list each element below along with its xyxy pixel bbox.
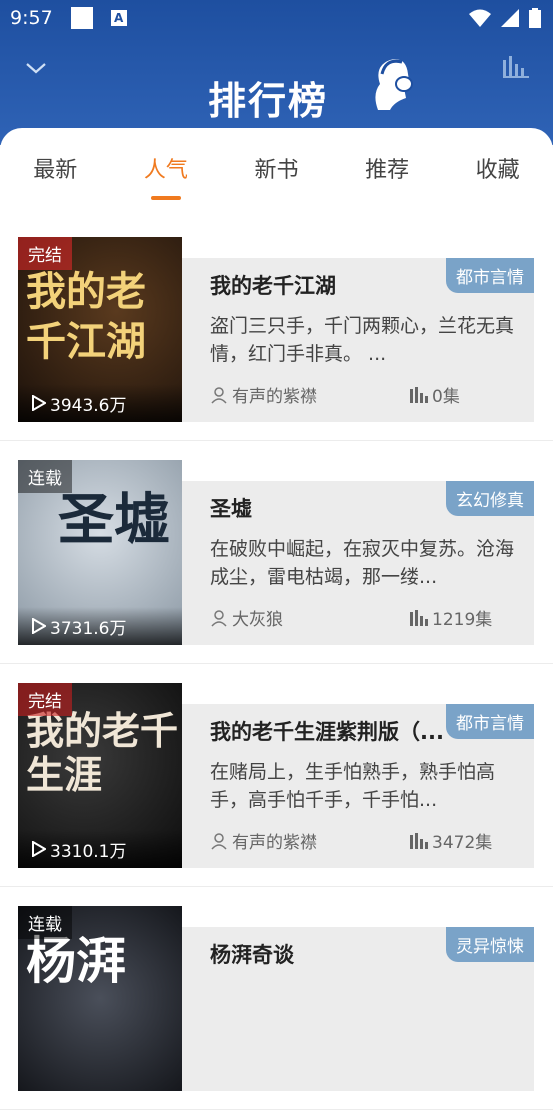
cover-title-art: 我的老千生涯 [26, 708, 179, 797]
signal-icon [501, 9, 519, 27]
author: 有声的紫襟 [210, 828, 410, 853]
episode-count: 0集 [410, 382, 460, 407]
episodes-icon [410, 609, 428, 626]
book-cover[interactable]: 我的老千江湖 完结 3943.6万 [18, 237, 182, 422]
book-meta: 有声的紫襟 0集 [210, 382, 510, 407]
cover-title-art: 杨湃 [26, 931, 126, 990]
book-card[interactable]: 杨湃 连载 灵异惊悚 杨湃奇谈 [0, 887, 553, 1110]
book-meta: 大灰狼 1219集 [210, 605, 510, 630]
active-tab-indicator [150, 196, 181, 200]
headphone-listener-icon [375, 59, 413, 110]
book-card[interactable]: 我的老千生涯 完结 3310.1万 都市言情 我的老千生涯紫荆版（... 在赌局… [0, 664, 553, 887]
book-list: 我的老千江湖 完结 3943.6万 都市言情 我的老千江湖 盗门三只手，千门两颗… [0, 218, 553, 1110]
status-time: 9:57 [10, 7, 53, 29]
battery-icon [529, 8, 541, 28]
status-badge: 完结 [18, 683, 72, 716]
episode-count: 1219集 [410, 605, 492, 630]
status-badge: 连载 [18, 906, 72, 939]
wifi-icon [469, 9, 491, 27]
book-meta: 有声的紫襟 3472集 [210, 828, 510, 853]
play-count: 3731.6万 [18, 607, 182, 645]
a-notification-icon: A [110, 10, 127, 26]
book-info-panel: 玄幻修真 圣墟 在破败中崛起，在寂灭中复苏。沧海成尘，雷电枯竭，那一缕... 大… [182, 481, 534, 645]
tab-new-books[interactable]: 新书 [236, 128, 316, 184]
equalizer-icon[interactable] [503, 56, 529, 78]
notification-icon [70, 7, 93, 29]
tab-recommend[interactable]: 推荐 [347, 128, 427, 184]
book-cover[interactable]: 圣墟 连载 3731.6万 [18, 460, 182, 645]
status-badge: 完结 [18, 237, 72, 270]
tab-latest[interactable]: 最新 [15, 128, 95, 184]
play-count: 3943.6万 [18, 384, 182, 422]
status-badge: 连载 [18, 460, 72, 493]
author: 有声的紫襟 [210, 382, 410, 407]
user-icon [211, 609, 227, 627]
play-count: 3310.1万 [18, 830, 182, 868]
tab-bar: 最新 人气 新书 推荐 收藏 [0, 128, 553, 218]
user-icon [211, 832, 227, 850]
episodes-icon [410, 386, 428, 403]
book-info-panel: 都市言情 我的老千生涯紫荆版（... 在赌局上，生手怕熟手，熟手怕高手，高手怕千… [182, 704, 534, 868]
play-icon [32, 618, 46, 634]
tab-favorites[interactable]: 收藏 [458, 128, 538, 184]
page-title: 排行榜 [208, 78, 329, 123]
chevron-down-icon[interactable] [24, 56, 48, 80]
status-bar: 9:57 A [0, 0, 553, 36]
author: 大灰狼 [210, 605, 410, 630]
episode-count: 3472集 [410, 828, 492, 853]
book-description: 在破败中崛起，在寂灭中复苏。沧海成尘，雷电枯竭，那一缕... [210, 538, 515, 588]
header: 9:57 A 排行榜 [0, 0, 553, 145]
book-title: 我的老千江湖 [210, 274, 336, 298]
play-icon [32, 841, 46, 857]
book-title: 杨湃奇谈 [210, 943, 294, 967]
user-icon [211, 386, 227, 404]
book-info-panel: 都市言情 我的老千江湖 盗门三只手，千门两颗心，兰花无真情，红门手非真。 ...… [182, 258, 534, 422]
book-info-panel: 灵异惊悚 杨湃奇谈 [182, 927, 534, 1091]
book-cover[interactable]: 杨湃 连载 [18, 906, 182, 1091]
book-card[interactable]: 我的老千江湖 完结 3943.6万 都市言情 我的老千江湖 盗门三只手，千门两颗… [0, 218, 553, 441]
book-card[interactable]: 圣墟 连载 3731.6万 玄幻修真 圣墟 在破败中崛起，在寂灭中复苏。沧海成尘… [0, 441, 553, 664]
cover-title-art: 圣墟 [58, 487, 170, 553]
book-title: 圣墟 [210, 497, 252, 521]
book-description: 盗门三只手，千门两颗心，兰花无真情，红门手非真。 ... [210, 315, 515, 365]
cover-title-art: 我的老千江湖 [26, 268, 146, 365]
tab-popular[interactable]: 人气 [126, 128, 206, 200]
play-icon [32, 395, 46, 411]
book-description: 在赌局上，生手怕熟手，熟手怕高手，高手怕千手，千手怕... [210, 761, 496, 811]
book-title: 我的老千生涯紫荆版（... [210, 720, 444, 744]
book-cover[interactable]: 我的老千生涯 完结 3310.1万 [18, 683, 182, 868]
episodes-icon [410, 832, 428, 849]
